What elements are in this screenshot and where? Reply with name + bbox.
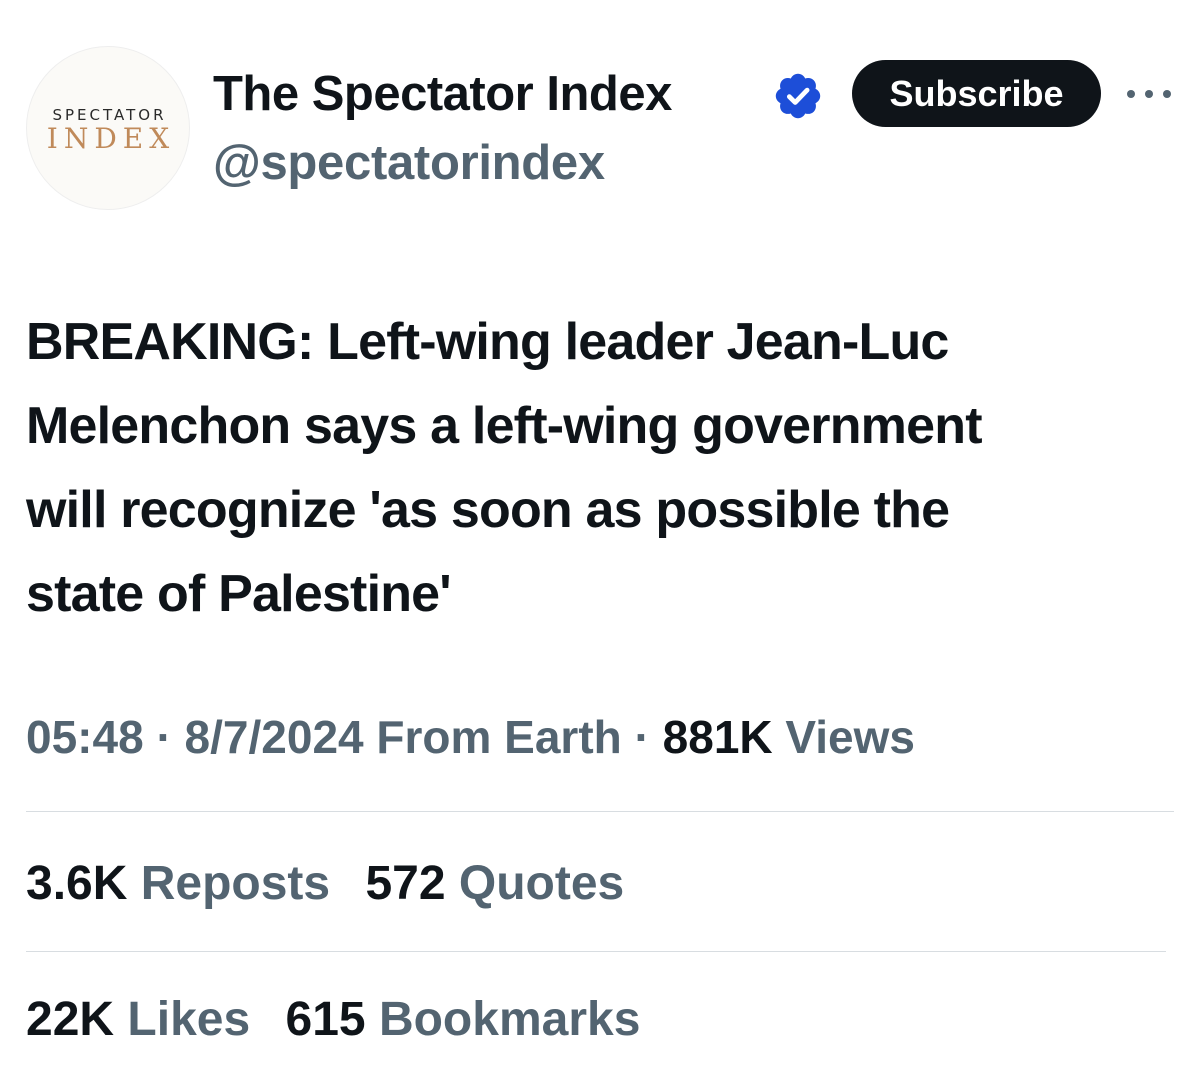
more-dot [1127, 90, 1135, 98]
tweet-time[interactable]: 05:48 [26, 711, 144, 763]
user-handle[interactable]: @spectatorindex [213, 133, 605, 193]
tweet-date[interactable]: 8/7/2024 [185, 711, 364, 763]
views-label: Views [785, 711, 915, 763]
tweet-meta: 05:48 · 8/7/2024 From Earth · 881K Views [26, 705, 915, 769]
quotes-label: Quotes [458, 857, 625, 910]
quotes-stat[interactable]: 572 Quotes [365, 852, 624, 916]
likes-stat[interactable]: 22K Likes [26, 988, 250, 1052]
reposts-label: Reposts [140, 857, 331, 910]
bookmarks-count: 615 [285, 993, 366, 1046]
divider [26, 811, 1174, 812]
more-options-icon[interactable] [1127, 84, 1171, 104]
bookmarks-stat[interactable]: 615 Bookmarks [286, 988, 641, 1052]
engagement-stats-row: 3.6K Reposts 572 Quotes [26, 852, 646, 916]
tweet-text-line: Melenchon says a left-wing government [26, 397, 983, 455]
tweet-source: From Earth [376, 711, 622, 763]
meta-separator: · [156, 711, 172, 763]
tweet-text-line: BREAKING: Left-wing leader Jean-Luc [26, 313, 949, 371]
bookmarks-label: Bookmarks [378, 993, 641, 1046]
reposts-count: 3.6K [26, 857, 128, 910]
avatar-logo-bottom-text: INDEX [46, 122, 176, 155]
likes-label: Likes [127, 993, 251, 1046]
more-dot [1163, 90, 1171, 98]
views-count: 881K [662, 711, 773, 763]
likes-count: 22K [26, 993, 115, 1046]
quotes-count: 572 [365, 857, 446, 910]
avatar[interactable]: SPECTATOR INDEX [26, 46, 190, 210]
verified-badge-icon [775, 73, 821, 119]
reposts-stat[interactable]: 3.6K Reposts [26, 852, 330, 916]
tweet-text-line: will recognize 'as soon as possible the [26, 481, 950, 539]
meta-separator: · [634, 711, 650, 763]
subscribe-button[interactable]: Subscribe [852, 60, 1101, 127]
display-name[interactable]: The Spectator Index [213, 64, 672, 124]
engagement-stats-row: 22K Likes 615 Bookmarks [26, 988, 662, 1052]
tweet-text-line: state of Palestine' [26, 565, 452, 623]
tweet-text: BREAKING: Left-wing leader Jean-Luc Mele… [26, 300, 1186, 636]
divider [26, 951, 1166, 952]
more-dot [1145, 90, 1153, 98]
